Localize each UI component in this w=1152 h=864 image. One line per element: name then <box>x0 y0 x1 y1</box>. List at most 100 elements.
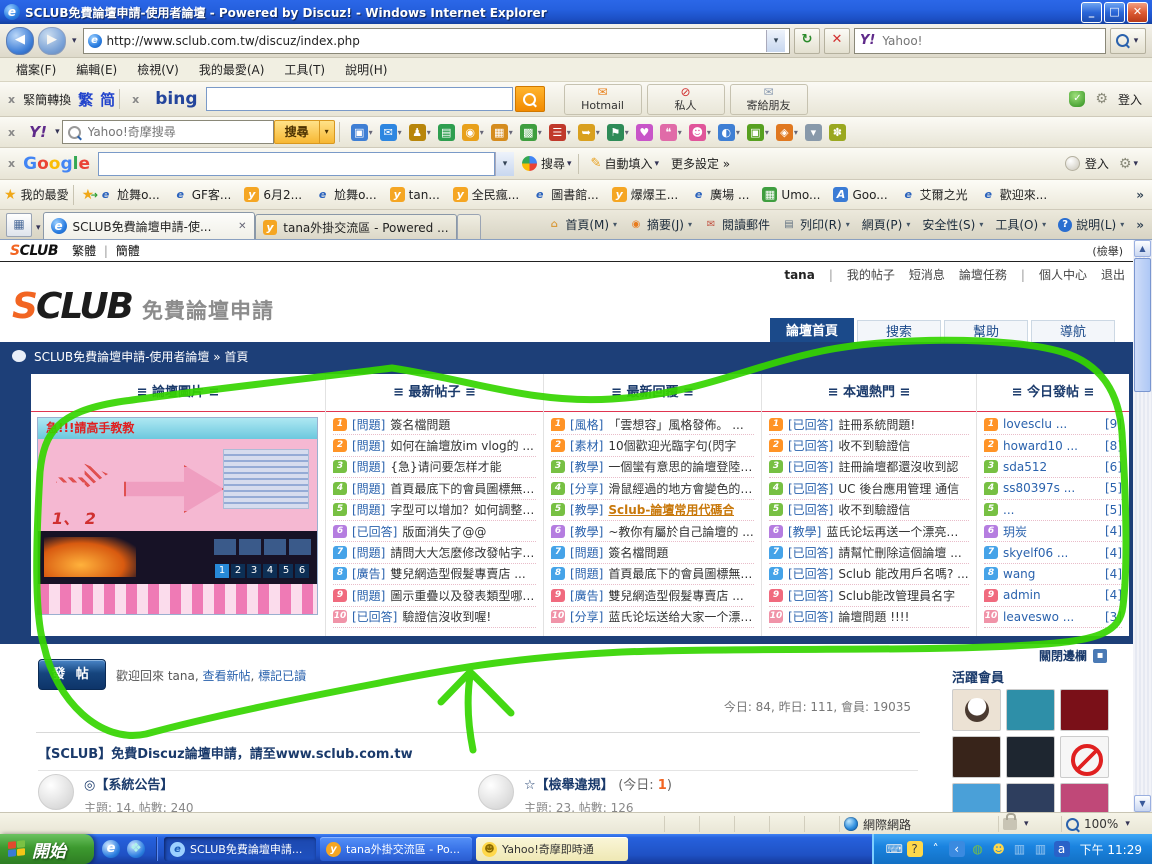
post-list-item[interactable]: 6[教學]蓝氏论坛再送一个漂亮的 ... <box>769 521 969 542</box>
favorite-item[interactable]: y全民瘋... <box>453 186 519 203</box>
vertical-scrollbar[interactable]: ▲ ▼ <box>1133 240 1152 812</box>
autofill-dropdown-icon[interactable]: ▾ <box>652 159 661 169</box>
toolbar-icon-dropdown[interactable]: ▾ <box>427 128 431 137</box>
post-title[interactable]: Sclub-論壇常用代碼合 <box>608 501 734 518</box>
post-list-item[interactable]: 10[已回答]驗證信沒收到喔! <box>333 607 536 628</box>
minimize-button[interactable]: _ <box>1081 2 1102 23</box>
poster-name[interactable]: admin <box>1003 588 1041 602</box>
toolbar-icon[interactable]: ▦▾ <box>491 124 513 141</box>
command-dropdown-icon[interactable]: ▾ <box>613 220 617 229</box>
favorite-item[interactable]: ytan... <box>390 187 440 202</box>
toolbar-icon-dropdown[interactable]: ▾ <box>596 128 600 137</box>
bing-search-input[interactable] <box>206 87 513 111</box>
forum-board-row[interactable]: ◎【系統公告】 主題: 14, 帖數: 240 <box>38 774 194 812</box>
post-title[interactable]: 蓝氏论坛送给大家一个漂 ... <box>608 608 754 625</box>
poster-list-item[interactable]: 8wang[4] <box>984 564 1122 585</box>
post-list-item[interactable]: 5[問題]字型可以增加？如何調整 ... <box>333 500 536 521</box>
url-text[interactable]: http://www.sclub.com.tw/discuz/index.php <box>107 34 761 48</box>
command-dropdown-icon[interactable]: ▾ <box>979 220 983 229</box>
post-list-item[interactable]: 7[問題]簽名檔問題 <box>551 542 754 563</box>
username[interactable]: tana <box>784 268 814 282</box>
favorite-item[interactable]: y爆爆王... <box>612 186 678 203</box>
toolbar-icon-dropdown[interactable]: ▾ <box>736 128 740 137</box>
tab-close-icon[interactable]: ✕ <box>238 221 246 232</box>
post-list-item[interactable]: 4[已回答]UC 後台應用管理 通信 <box>769 478 969 499</box>
view-new-posts-link[interactable]: 查看新帖 <box>202 669 250 683</box>
post-title[interactable]: 一個蠻有意思的論壇登陸 ... <box>608 458 754 475</box>
favorite-item[interactable]: e尬舞o... <box>315 186 377 203</box>
msn-toolbar-button[interactable]: ✉寄給朋友 <box>730 84 808 115</box>
favorite-item[interactable]: AGoo... <box>833 187 887 202</box>
google-autofill-button[interactable]: 自動填入 <box>604 155 652 172</box>
favorite-item[interactable]: e艾爾之光 <box>901 186 968 203</box>
toolbar-icon-dropdown[interactable]: ▾ <box>678 128 682 137</box>
to-traditional-button[interactable]: 繁 <box>71 89 100 110</box>
member-avatar[interactable] <box>952 689 1001 731</box>
forum-small-logo[interactable]: SCLUB <box>10 243 58 259</box>
wrench-icon[interactable]: ⚙ <box>1095 91 1108 107</box>
slideshow-page-button[interactable]: 2 <box>231 564 245 578</box>
refresh-button[interactable]: ↻ <box>794 28 820 54</box>
post-list-item[interactable]: 8[問題]首頁最底下的會員圖標無 ... <box>551 564 754 585</box>
post-title[interactable]: 註冊論壇都還沒收到認 <box>838 458 958 475</box>
command-button[interactable]: 網頁(P)▾ <box>856 213 917 237</box>
post-title[interactable]: 滑鼠經過的地方會變色的 ... <box>608 480 754 497</box>
member-avatar[interactable] <box>1006 736 1055 778</box>
post-title[interactable]: 簽名檔問題 <box>390 416 450 433</box>
toolbar-icon[interactable]: ✽ <box>829 124 846 141</box>
post-list-item[interactable]: 5[教學]Sclub-論壇常用代碼合 <box>551 500 754 521</box>
yahoo-toolbar-search-input[interactable] <box>86 124 268 140</box>
command-button[interactable]: ◉摘要(J)▾ <box>623 213 698 237</box>
toolbar-icon-dropdown[interactable]: ▾ <box>369 128 373 137</box>
close-sidebar-label[interactable]: 關閉邊欄 <box>1039 647 1087 664</box>
yahoo-logo-dropdown-icon[interactable]: ▾ <box>53 127 62 137</box>
toolbar-icon-dropdown[interactable]: ▾ <box>707 128 711 137</box>
post-list-item[interactable]: 1[風格]「雲想容」風格發佈。 ... <box>551 414 754 435</box>
taskbar-window-button[interactable]: eSCLUB免費論壇申請... <box>164 837 316 861</box>
msn-toolbar-button[interactable]: ✉Hotmail <box>564 84 642 115</box>
post-list-item[interactable]: 4[分享]滑鼠經過的地方會變色的 ... <box>551 478 754 499</box>
slideshow-page-button[interactable]: 6 <box>295 564 309 578</box>
command-button[interactable]: ?說明(L)▾ <box>1052 213 1130 237</box>
favorite-item[interactable]: ▦Umo... <box>762 187 820 202</box>
close-convert-toolbar-icon[interactable]: x <box>0 93 23 106</box>
post-title[interactable]: 收不到驗證信 <box>838 501 910 518</box>
toolbar-icon[interactable]: ✉▾ <box>380 124 402 141</box>
yahoo-search-dropdown-icon[interactable]: ▾ <box>320 120 335 144</box>
poster-name[interactable]: skyelf06 ... <box>1003 546 1068 560</box>
command-dropdown-icon[interactable]: ▾ <box>906 220 910 229</box>
toolbar-icon[interactable]: ▾ <box>805 124 822 141</box>
zoom-cell[interactable]: 100% ▾ <box>1061 816 1152 832</box>
close-sidebar-control[interactable]: 關閉邊欄 ▪ <box>1039 647 1107 664</box>
zoom-level[interactable]: 100% <box>1084 817 1118 831</box>
post-list-item[interactable]: 6[已回答]版面消失了@@ <box>333 521 536 542</box>
post-title[interactable]: 註冊系統問題! <box>838 416 915 433</box>
toolbar-icon-dropdown[interactable]: ▾ <box>794 128 798 137</box>
toolbar-icon[interactable]: ◈▾ <box>776 124 798 141</box>
post-title[interactable]: 蓝氏论坛再送一个漂亮的 ... <box>826 523 969 540</box>
post-title[interactable]: 請幫忙刪除這個論壇 ... <box>838 544 961 561</box>
member-avatar[interactable] <box>1060 736 1109 778</box>
my-posts-link[interactable]: 我的帖子 <box>847 266 895 283</box>
favorites-star-icon[interactable]: ★ <box>4 187 17 203</box>
quick-launch-icon[interactable]: e <box>102 840 120 858</box>
report-link[interactable]: (檢舉) <box>1092 243 1123 259</box>
toolbar-icon[interactable]: ◉▾ <box>462 124 484 141</box>
toolbar-icon[interactable]: ⚑▾ <box>607 124 629 141</box>
command-button[interactable]: ▤列印(R)▾ <box>776 213 856 237</box>
scroll-down-button[interactable]: ▼ <box>1134 795 1151 812</box>
forward-button[interactable]: ▶ <box>38 27 66 55</box>
yahoo-search-button[interactable]: 搜尋 <box>274 120 320 144</box>
toolbar-icon[interactable]: ▤ <box>438 124 455 141</box>
slideshow-page-button[interactable]: 5 <box>279 564 293 578</box>
post-list-item[interactable]: 7[已回答]請幫忙刪除這個論壇 ... <box>769 542 969 563</box>
post-list-item[interactable]: 4[問題]首頁最底下的會員圖標無 ... <box>333 478 536 499</box>
tray-icon[interactable]: ˄ <box>928 841 944 857</box>
yahoo-toolbar-search-box[interactable] <box>62 120 274 144</box>
favorite-item[interactable]: y6月2... <box>244 186 302 203</box>
google-search-button[interactable]: 搜尋 <box>541 155 565 172</box>
poster-list-item[interactable]: 7skyelf06 ...[4] <box>984 542 1122 563</box>
poster-list-item[interactable]: 1lovesclu ...[9] <box>984 414 1122 435</box>
post-list-item[interactable]: 2[問題]如何在論壇放im vlog的 ... <box>333 435 536 456</box>
favorites-overflow-chevron[interactable]: » <box>1136 188 1144 202</box>
